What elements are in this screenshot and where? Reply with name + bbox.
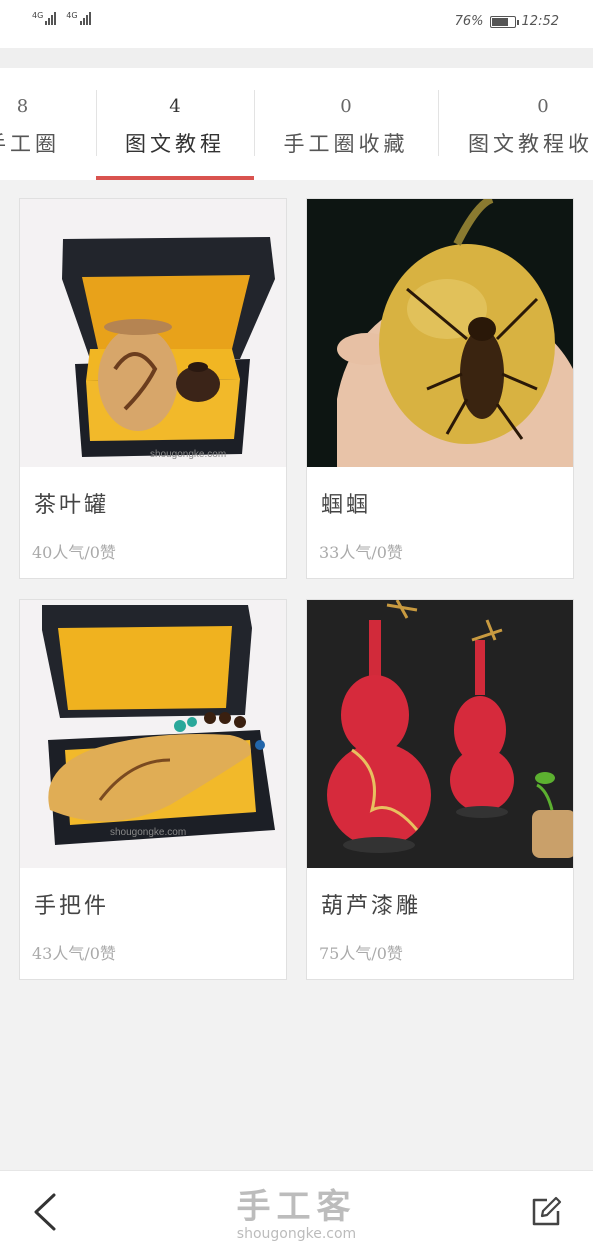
tutorial-card[interactable]: shougongke.com 手把件 43人气/0赞	[19, 599, 287, 980]
tab-count: 0	[340, 96, 352, 117]
battery-percent: 76%	[454, 14, 484, 29]
sim2-label: 4G	[66, 11, 78, 20]
card-image[interactable]	[307, 199, 573, 467]
battery-icon	[489, 15, 519, 28]
tab-handcraft-circle[interactable]: 8 手工圈	[0, 68, 95, 180]
tab-count: 8	[16, 96, 29, 117]
card-image[interactable]: shougongke.com	[20, 600, 286, 868]
card-title: 葫芦漆雕	[321, 894, 422, 919]
card-image[interactable]: shougongke.com	[20, 199, 286, 467]
tab-circle-favorites[interactable]: 0 手工圈收藏	[254, 68, 438, 180]
tab-count: 4	[169, 96, 181, 117]
signal-indicators: 4G 4G	[32, 12, 91, 25]
watermark-text: shougongke.com	[110, 827, 186, 838]
tab-label: 图文教程收藏	[468, 132, 593, 156]
tab-label: 手工圈收藏	[283, 132, 409, 156]
tab-label: 手工圈	[0, 132, 60, 156]
card-meta: 40人气/0赞	[32, 543, 116, 562]
card-meta: 75人气/0赞	[319, 944, 403, 963]
clock: 12:52	[521, 14, 559, 29]
tab-tutorial-favorites[interactable]: 0 图文教程收藏	[438, 68, 593, 180]
tutorial-card[interactable]: shougongke.com 茶叶罐 40人气/0赞	[19, 198, 287, 579]
tab-tutorials[interactable]: 4 图文教程	[96, 68, 254, 180]
tutorial-card[interactable]: 葫芦漆雕 75人气/0赞	[306, 599, 574, 980]
card-title: 手把件	[34, 894, 110, 919]
card-meta: 33人气/0赞	[319, 543, 403, 562]
tab-bar: 8 手工圈 4 图文教程 0 手工圈收藏 0 图文教程收藏	[0, 68, 593, 180]
signal-icon: 4G	[32, 11, 57, 25]
signal-icon: 4G	[66, 11, 91, 25]
card-title: 茶叶罐	[34, 493, 110, 518]
edit-icon[interactable]	[529, 1195, 563, 1229]
card-meta: 43人气/0赞	[32, 944, 116, 963]
logo-domain: shougongke.com	[236, 1226, 357, 1242]
tutorial-card[interactable]: 蝈蝈 33人气/0赞	[306, 198, 574, 579]
status-right: 76% 12:52	[455, 14, 559, 29]
logo-text: 手工客	[236, 1187, 357, 1227]
spacer	[0, 48, 593, 68]
card-image[interactable]	[307, 600, 573, 868]
tab-count: 0	[537, 96, 549, 117]
card-title: 蝈蝈	[321, 493, 372, 518]
status-bar: 4G 4G 76% 12:52	[0, 0, 593, 48]
app-logo: 手工客 shougongke.com	[0, 1179, 593, 1242]
sim1-label: 4G	[32, 11, 44, 20]
watermark-text: shougongke.com	[150, 449, 226, 460]
bottom-bar: 手工客 shougongke.com	[0, 1170, 593, 1253]
tab-label: 图文教程	[125, 132, 225, 156]
active-tab-indicator	[96, 176, 254, 180]
